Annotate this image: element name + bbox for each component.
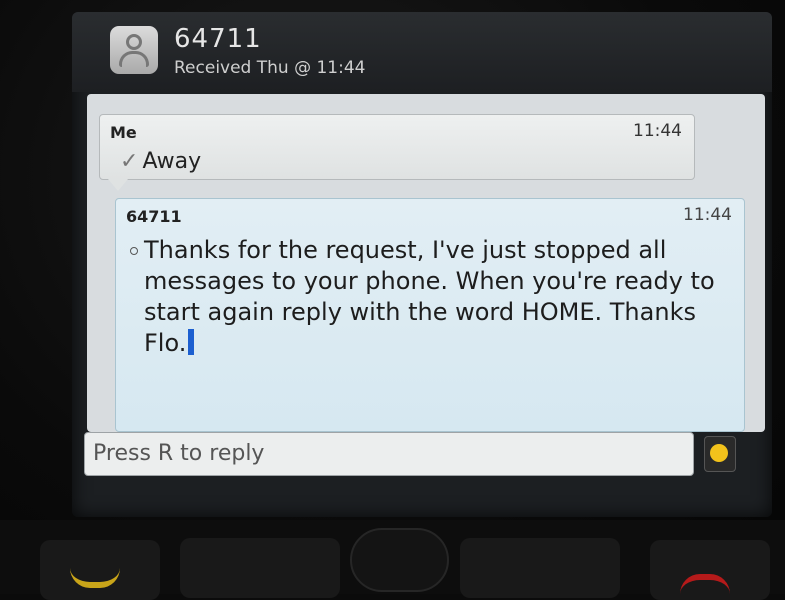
check-icon: ✓ (120, 149, 139, 174)
menu-key[interactable] (180, 538, 340, 598)
text-cursor (188, 329, 195, 355)
message-from: 64711 (126, 207, 182, 226)
sender-name: 64711 (174, 24, 262, 54)
message-body: ✓ Away (120, 149, 201, 174)
message-time: 11:44 (633, 121, 682, 141)
contact-avatar-icon[interactable] (110, 26, 158, 74)
end-key[interactable] (650, 540, 770, 600)
call-icon (70, 562, 120, 588)
back-key[interactable] (460, 538, 620, 598)
reply-placeholder: Press R to reply (93, 441, 265, 466)
avatar-head (126, 34, 142, 50)
end-call-icon (680, 574, 730, 600)
incoming-message[interactable]: 64711 11:44 Thanks for the request, I've… (115, 198, 745, 432)
message-time: 11:44 (683, 205, 732, 225)
call-key[interactable] (40, 540, 160, 600)
hardware-keys (0, 520, 785, 600)
outgoing-message[interactable]: Me 11:44 ✓ Away (99, 114, 695, 191)
avatar-body (119, 51, 149, 67)
conversation-header: 64711 Received Thu @ 11:44 (72, 12, 772, 92)
phone-screen: 64711 Received Thu @ 11:44 Me 11:44 ✓ Awa… (72, 12, 772, 517)
message-thread[interactable]: Me 11:44 ✓ Away 64711 11:44 Thanks for th… (87, 94, 765, 432)
bullet-icon (130, 247, 138, 255)
smiley-icon (710, 444, 728, 462)
message-from: Me (110, 123, 137, 142)
reply-input[interactable]: Press R to reply (84, 432, 694, 476)
message-text: Away (142, 149, 202, 174)
emoji-button[interactable] (704, 436, 736, 472)
message-text: Thanks for the request, I've just stoppe… (144, 236, 715, 357)
trackpad[interactable] (350, 528, 449, 592)
message-body: Thanks for the request, I've just stoppe… (130, 235, 734, 359)
received-timestamp: Received Thu @ 11:44 (174, 58, 366, 78)
